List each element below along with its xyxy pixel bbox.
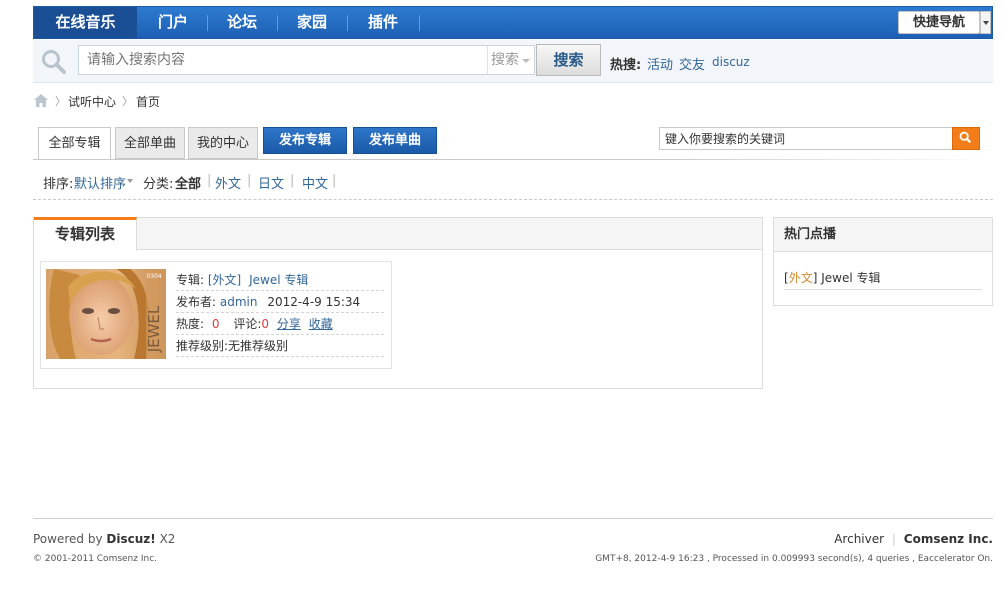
- keyword-search-button[interactable]: [952, 127, 980, 150]
- nav-item-home[interactable]: 家园: [279, 7, 345, 38]
- sort-select[interactable]: 默认排序: [74, 173, 126, 192]
- section-divider: [33, 199, 993, 200]
- album-cover-title: JEWEL: [145, 305, 163, 353]
- album-recommend-line: 推荐级别:无推荐级别: [176, 336, 384, 357]
- chevron-down-icon: [127, 179, 133, 183]
- hot-link-activity[interactable]: 活动: [647, 54, 673, 73]
- tab-all-singles[interactable]: 全部单曲: [115, 127, 185, 159]
- hot-link-discuz[interactable]: discuz: [712, 55, 750, 69]
- album-publisher-line: 发布者: admin 2012-4-9 15:34: [176, 292, 384, 313]
- nav-item-plugins[interactable]: 插件: [350, 7, 416, 38]
- chevron-down-icon: [522, 59, 530, 63]
- company-link[interactable]: Comsenz Inc.: [904, 532, 993, 546]
- footer-powered: Powered by Discuz! X2: [33, 532, 175, 546]
- category-label: 分类:: [143, 177, 174, 192]
- nav-divider: [207, 15, 208, 31]
- search-icon: [959, 131, 971, 143]
- comment-label: 评论:: [233, 317, 262, 331]
- hot-link-friends[interactable]: 交友: [679, 54, 705, 73]
- filter-separator: |: [290, 173, 295, 188]
- publisher-link[interactable]: admin: [220, 295, 258, 309]
- filter-separator: |: [207, 173, 212, 188]
- archiver-link[interactable]: Archiver: [834, 532, 884, 546]
- album-cover[interactable]: JEWEL 0304: [46, 269, 166, 359]
- album-stats-line: 热度: 0 评论:0 分享 收藏: [176, 314, 384, 335]
- album-list-panel: 专辑列表 JEWEL 0304 专辑: [外文] Jewel 专辑 发布者: a…: [33, 217, 763, 389]
- search-type-label: 搜索: [491, 52, 519, 68]
- favorite-link[interactable]: 收藏: [309, 317, 333, 331]
- album-cover-badge: 0304: [146, 273, 161, 280]
- nav-item-forum[interactable]: 论坛: [209, 7, 275, 38]
- nav-divider: [347, 15, 348, 31]
- filter-separator: |: [247, 173, 252, 188]
- chevron-down-icon: [983, 21, 989, 25]
- album-cover-image: JEWEL 0304: [46, 269, 166, 359]
- heat-label: 热度:: [176, 317, 205, 331]
- footer-links: Archiver | Comsenz Inc.: [834, 532, 993, 546]
- tab-divider: [33, 159, 993, 160]
- hot-search-label: 热搜:: [610, 58, 642, 73]
- publisher-label: 发布者:: [176, 295, 217, 309]
- category-japanese[interactable]: 日文: [258, 173, 284, 192]
- nav-item-music[interactable]: 在线音乐: [34, 7, 137, 38]
- share-link[interactable]: 分享: [277, 317, 301, 331]
- quick-nav-button[interactable]: 快捷导航: [898, 11, 980, 34]
- search-type-select[interactable]: 搜索: [487, 45, 535, 75]
- hot-plays-title: 热门点播: [774, 218, 992, 252]
- discuz-link[interactable]: Discuz!: [106, 532, 155, 546]
- footer-stats: GMT+8, 2012-4-9 16:23 , Processed in 0.0…: [595, 554, 993, 564]
- tab-my-center[interactable]: 我的中心: [188, 127, 258, 159]
- breadcrumb-separator: 〉: [122, 95, 133, 108]
- footer-separator: |: [891, 532, 896, 546]
- search-icon: [42, 50, 66, 74]
- nav-divider: [277, 15, 278, 31]
- sort-label: 排序:: [43, 177, 74, 192]
- quick-nav-dropdown[interactable]: [980, 11, 991, 34]
- album-list-title: 专辑列表: [34, 217, 137, 251]
- footer-divider: [33, 518, 993, 519]
- hot-plays-item-name[interactable]: Jewel 专辑: [817, 271, 880, 285]
- home-icon[interactable]: [34, 94, 48, 107]
- copyright-text: © 2001-2011 Comsenz Inc.: [33, 554, 158, 564]
- album-name-line: 专辑: [外文] Jewel 专辑: [176, 270, 384, 291]
- breadcrumb-item-listening-center[interactable]: 试听中心: [68, 93, 116, 110]
- hot-plays-item-category[interactable]: 外文: [789, 271, 813, 285]
- version-text: X2: [159, 532, 176, 546]
- hot-plays-panel: 热门点播 [外文] Jewel 专辑: [773, 217, 993, 306]
- breadcrumb-separator: 〉: [55, 95, 66, 108]
- top-nav: 在线音乐 门户 论坛 家园 插件 快捷导航: [33, 6, 993, 39]
- nav-item-portal[interactable]: 门户: [140, 7, 206, 38]
- powered-by-text: Powered by: [33, 532, 103, 546]
- album-date: 2012-4-9 15:34: [267, 295, 361, 309]
- nav-divider: [419, 15, 420, 31]
- search-bar: 搜索 搜索 热搜: 活动 交友 discuz: [33, 40, 993, 83]
- category-all[interactable]: 全部: [175, 173, 201, 192]
- publish-album-button[interactable]: 发布专辑: [263, 127, 347, 154]
- hot-plays-item[interactable]: [外文] Jewel 专辑: [784, 269, 982, 290]
- album-list-header: [34, 218, 762, 250]
- comment-count: 0: [261, 317, 270, 331]
- breadcrumb-item-home[interactable]: 首页: [136, 93, 160, 110]
- search-input[interactable]: [78, 45, 488, 75]
- category-chinese[interactable]: 中文: [302, 173, 328, 192]
- album-label: 专辑:: [176, 273, 205, 287]
- publish-single-button[interactable]: 发布单曲: [353, 127, 437, 154]
- filter-separator: |: [332, 173, 337, 188]
- heat-value: 0: [211, 317, 220, 331]
- category-foreign[interactable]: 外文: [215, 173, 241, 192]
- album-category-link[interactable]: [外文]: [208, 273, 241, 287]
- search-button[interactable]: 搜索: [536, 44, 601, 76]
- keyword-search-input[interactable]: [659, 127, 953, 150]
- album-name-link[interactable]: Jewel 专辑: [249, 273, 308, 287]
- album-card: JEWEL 0304 专辑: [外文] Jewel 专辑 发布者: admin …: [40, 261, 392, 369]
- tab-all-albums[interactable]: 全部专辑: [38, 127, 111, 160]
